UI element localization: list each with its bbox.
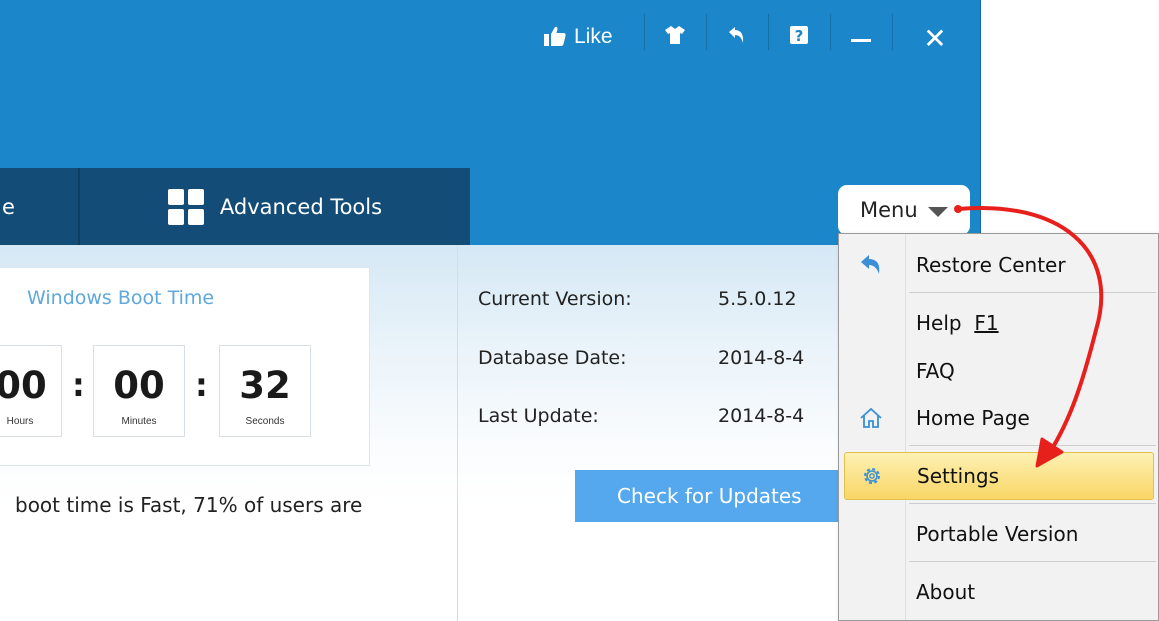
help-label: Help	[916, 311, 962, 335]
menu-button[interactable]: Menu	[838, 185, 970, 235]
like-button[interactable]: Like	[530, 12, 642, 66]
menu-item-faq[interactable]: FAQ	[839, 347, 1158, 395]
seconds-box: 32 Seconds	[219, 345, 311, 437]
menu-item-about[interactable]: About	[839, 568, 1158, 616]
menu-item-portable-version[interactable]: Portable Version	[839, 510, 1158, 558]
svg-text:?: ?	[795, 27, 804, 44]
minutes-unit: Minutes	[121, 416, 157, 427]
back-icon	[728, 26, 746, 44]
close-button[interactable]: ✕	[894, 12, 976, 66]
tab-label: Advanced Tools	[219, 194, 383, 219]
hours-unit: Hours	[6, 416, 34, 427]
tab-optimize[interactable]: e	[0, 168, 78, 245]
panel-divider	[457, 245, 458, 621]
current-version-label: Current Version:	[478, 288, 632, 310]
boot-time-title: Windows Boot Time	[27, 287, 215, 309]
menu-item-home-page[interactable]: Home Page	[839, 394, 1158, 442]
tab-label: e	[2, 194, 15, 219]
minutes-box: 00 Minutes	[93, 345, 185, 437]
menu-item-label: Settings	[917, 464, 1000, 488]
menu-separator	[909, 503, 1156, 504]
last-update-label: Last Update:	[478, 405, 599, 427]
tab-advanced-tools[interactable]: Advanced Tools	[80, 168, 470, 245]
undo-arrow-icon	[857, 251, 885, 279]
menu-item-label: Portable Version	[916, 522, 1079, 546]
menu-dropdown: Restore Center Help F1 FAQ Home Page Set…	[838, 233, 1159, 621]
menu-separator	[909, 292, 1156, 293]
help-button[interactable]: ?	[770, 12, 828, 66]
home-icon	[857, 404, 885, 432]
title-separator	[830, 14, 831, 50]
grid-icon	[167, 188, 204, 225]
menu-item-restore-center[interactable]: Restore Center	[839, 241, 1158, 289]
title-bar: Like ? ✕	[0, 0, 981, 80]
thumbs-up-icon	[544, 26, 566, 46]
help-icon: ?	[790, 26, 808, 44]
menu-separator	[909, 445, 1156, 446]
seconds-value: 32	[239, 364, 291, 407]
current-version-value: 5.5.0.12	[718, 288, 797, 310]
title-separator	[644, 14, 645, 50]
hours-value: 00	[0, 364, 47, 407]
like-label: Like	[574, 25, 613, 48]
close-icon: ✕	[923, 22, 947, 55]
feedback-button[interactable]	[708, 12, 766, 66]
minimize-button[interactable]	[832, 12, 890, 66]
menu-button-label: Menu	[860, 198, 918, 222]
seconds-unit: Seconds	[245, 416, 285, 427]
menu-item-label: Home Page	[916, 406, 1030, 430]
gear-icon	[858, 462, 886, 490]
shirt-icon	[665, 26, 685, 44]
menu-separator	[909, 561, 1156, 562]
colon: :	[195, 366, 208, 404]
check-updates-label: Check for Updates	[617, 484, 802, 508]
hours-box: 00 Hours	[0, 345, 62, 437]
boot-description: boot time is Fast, 71% of users are	[15, 493, 363, 517]
database-date-label: Database Date:	[478, 347, 627, 369]
menu-item-label: Help F1	[916, 311, 999, 335]
minutes-value: 00	[113, 364, 165, 407]
check-updates-button[interactable]: Check for Updates	[575, 470, 845, 522]
menu-item-label: About	[916, 580, 976, 604]
skin-button[interactable]	[646, 12, 704, 66]
title-separator	[892, 14, 893, 50]
menu-item-settings[interactable]: Settings	[844, 452, 1154, 500]
menu-item-label: Restore Center	[916, 253, 1066, 277]
help-shortcut: F1	[974, 311, 999, 335]
title-separator	[706, 14, 707, 50]
title-separator	[768, 14, 769, 50]
chevron-down-icon	[927, 206, 948, 217]
last-update-value: 2014-8-4	[718, 405, 805, 427]
colon: :	[72, 366, 85, 404]
database-date-value: 2014-8-4	[718, 347, 805, 369]
menu-item-label: FAQ	[916, 359, 955, 383]
menu-item-help[interactable]: Help F1	[839, 299, 1158, 347]
minimize-icon	[851, 39, 871, 42]
